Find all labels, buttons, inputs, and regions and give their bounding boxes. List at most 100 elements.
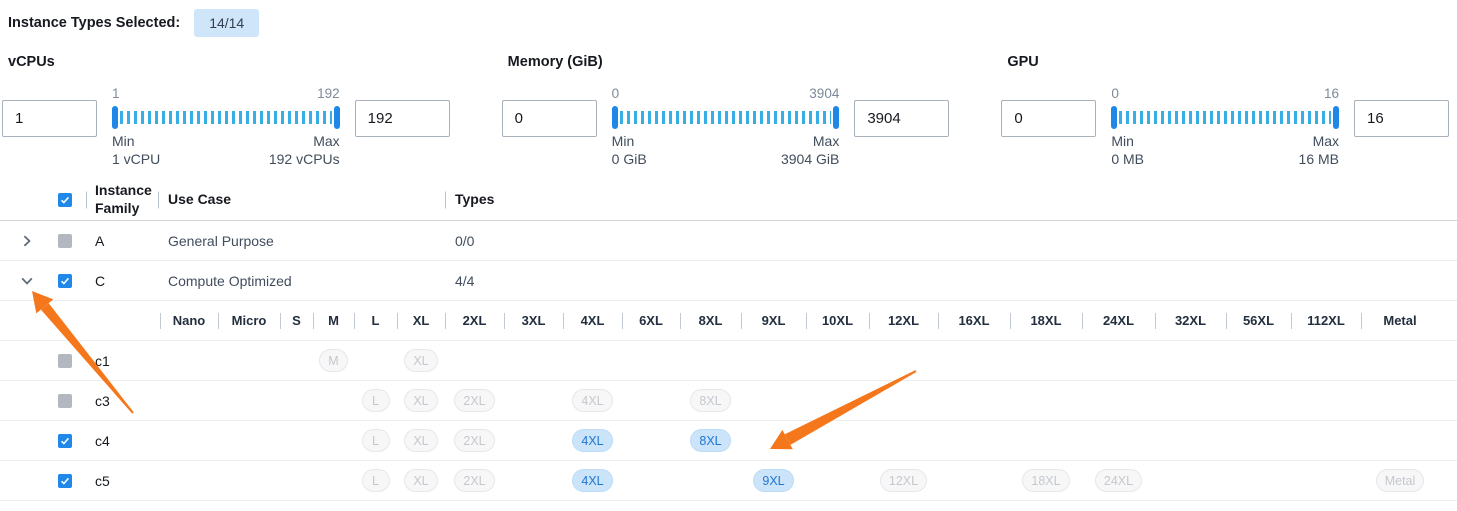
size-column-s: S [280,301,313,340]
c4-size-pill-xl[interactable]: XL [404,429,437,452]
vcpus-filter-title: vCPUs [8,54,450,70]
size-cell [280,461,313,500]
size-cell: 2XL [445,381,504,420]
gpu-max-input[interactable] [1354,100,1449,137]
c5-size-pill-18xl[interactable]: 18XL [1022,469,1069,492]
c5-size-pill-24xl[interactable]: 24XL [1095,469,1142,492]
c4-size-pill-l[interactable]: L [362,429,390,452]
c3-checkbox[interactable] [58,394,72,408]
check-icon [60,276,70,286]
size-cell [1361,381,1439,420]
size-cell [1155,381,1226,420]
size-cell [313,421,354,460]
size-cell [160,341,218,380]
c3-size-pill-2xl[interactable]: 2XL [454,389,494,412]
types-count: 4/4 [445,273,1457,289]
use-case-value: Compute Optimized [158,273,445,289]
size-cell [938,381,1010,420]
check-icon [60,436,70,446]
size-cell [938,461,1010,500]
size-cell: XL [397,461,445,500]
c5-size-pill-metal[interactable]: Metal [1376,469,1425,492]
instance-name: c3 [95,393,110,409]
c5-size-pill-2xl[interactable]: 2XL [454,469,494,492]
size-cell [1010,421,1082,460]
use-case-value: General Purpose [158,233,445,249]
slider-range-max-label: 3904 [809,86,839,101]
c4-size-pill-4xl[interactable]: 4XL [572,429,612,452]
c1-checkbox[interactable] [58,354,72,368]
size-cell [806,341,869,380]
c3-size-pill-l[interactable]: L [362,389,390,412]
slider-track[interactable] [1111,104,1339,130]
slider-range-min-label: 1 [112,86,120,101]
slider-handle-min[interactable] [1111,106,1117,129]
collapse-chevron-c[interactable] [20,274,34,288]
gpu-min-input[interactable] [1001,100,1096,137]
c5-size-pill-xl[interactable]: XL [404,469,437,492]
size-cell: 18XL [1010,461,1082,500]
column-header-instance-family: Instance Family [86,182,158,217]
slider-handle-max[interactable] [334,106,340,129]
slider-handle-min[interactable] [112,106,118,129]
instance-name: c4 [95,433,110,449]
memory-min-input[interactable] [502,100,597,137]
c4-size-pill-8xl[interactable]: 8XL [690,429,730,452]
family-a-checkbox[interactable] [58,234,72,248]
slider-handle-max[interactable] [833,106,839,129]
expand-chevron-a[interactable] [20,234,34,248]
c5-size-pill-9xl[interactable]: 9XL [753,469,793,492]
size-cell: L [354,381,397,420]
size-cell [622,341,680,380]
size-cell [1010,381,1082,420]
range-slider: 0 3904 Min 0 GiB Max 3904 GiB [612,86,840,167]
c4-size-pill-2xl[interactable]: 2XL [454,429,494,452]
size-cell [869,421,938,460]
size-cell: 4XL [563,421,622,460]
c5-size-pill-l[interactable]: L [362,469,390,492]
c1-size-pill-m[interactable]: M [319,349,347,372]
size-cell: 8XL [680,381,741,420]
size-cell: 9XL [741,461,806,500]
size-cell [1291,341,1361,380]
c3-size-pill-xl[interactable]: XL [404,389,437,412]
size-column-112xl: 112XL [1291,301,1361,340]
size-cell: 4XL [563,461,622,500]
c5-checkbox[interactable] [58,474,72,488]
c4-checkbox[interactable] [58,434,72,448]
vcpus-max-input[interactable] [355,100,450,137]
max-value-caption: 16 MB [1299,151,1339,167]
selection-summary-label: Instance Types Selected: [8,15,180,31]
min-caption: Min [112,133,160,149]
slider-handle-min[interactable] [612,106,618,129]
slider-track[interactable] [612,104,840,130]
instance-family-table: Instance Family Use Case Types AGeneral … [0,179,1457,501]
slider-handle-max[interactable] [1333,106,1339,129]
size-column-4xl: 4XL [563,301,622,340]
c5-size-pill-12xl[interactable]: 12XL [880,469,927,492]
size-cell: Metal [1361,461,1439,500]
size-column-l: L [354,301,397,340]
size-cell [280,341,313,380]
size-cell [741,341,806,380]
family-c-checkbox[interactable] [58,274,72,288]
size-column-metal: Metal [1361,301,1439,340]
size-column-micro: Micro [218,301,280,340]
size-cell [1361,341,1439,380]
filter-group: vCPUs 1 192 Min 1 vCPU [2,48,450,167]
select-all-checkbox[interactable] [58,193,72,207]
check-icon [60,476,70,486]
slider-track[interactable] [112,104,340,130]
instance-row-c4: c4 L XL 2XL 4XL 8XL [0,421,1457,461]
c3-size-pill-8xl[interactable]: 8XL [690,389,730,412]
size-cell [504,381,563,420]
c5-size-pill-4xl[interactable]: 4XL [572,469,612,492]
vcpus-min-input[interactable] [2,100,97,137]
memory-max-input[interactable] [854,100,949,137]
size-cell [218,461,280,500]
c1-size-pill-xl[interactable]: XL [404,349,437,372]
size-cell [1082,381,1155,420]
c3-size-pill-4xl[interactable]: 4XL [572,389,612,412]
column-header-use-case: Use Case [158,191,445,209]
size-cell [280,381,313,420]
